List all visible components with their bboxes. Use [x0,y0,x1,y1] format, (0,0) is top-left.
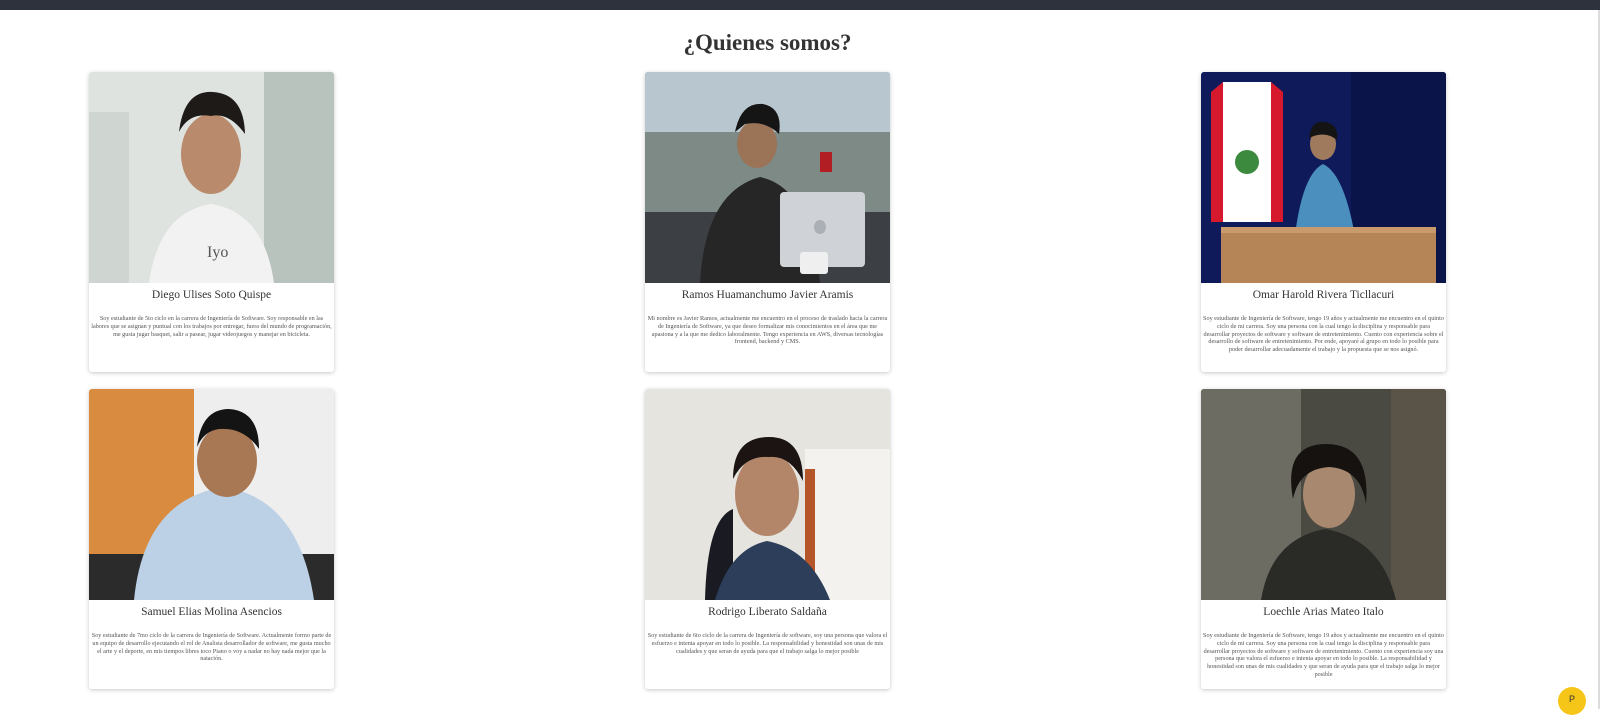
member-photo [1201,72,1446,283]
member-bio: Soy estudiante de Ingeniería de Software… [1203,315,1444,354]
member-card: Iyo Diego Ulises Soto Quispe Soy estudia… [89,72,334,372]
member-photo [645,72,890,283]
svg-text:Iyo: Iyo [207,244,228,261]
member-card: Loechle Arias Mateo Italo Soy estudiante… [1201,389,1446,689]
user-avatar-button[interactable]: P [1558,687,1586,715]
member-name: Omar Harold Rivera Ticllacuri [1252,289,1395,301]
member-card: Rodrigo Liberato Saldaña Soy estudiante … [645,389,890,689]
member-name: Ramos Huamanchumo Javier Aramis [681,289,854,301]
member-name: Loechle Arias Mateo Italo [1263,606,1384,618]
member-card: Omar Harold Rivera Ticllacuri Soy estudi… [1201,72,1446,372]
top-navbar [0,0,1600,10]
member-photo [1201,389,1446,600]
member-bio: Mi nombre es Javier Ramos, actualmente m… [647,315,888,346]
member-name: Rodrigo Liberato Saldaña [708,606,827,618]
member-name: Samuel Elias Molina Asencios [141,606,282,618]
page-title: ¿Quienes somos? [683,30,852,55]
member-name: Diego Ulises Soto Quispe [151,289,272,301]
member-bio: Soy estudiante de 7mo ciclo de la carrer… [91,632,332,663]
member-bio: Soy estudiante de Ingeniería de Software… [1203,632,1444,678]
member-photo [645,389,890,600]
member-bio: Soy estudiante de 5to ciclo en la carrer… [91,315,332,338]
member-photo: Iyo [89,72,334,283]
member-photo [89,389,334,600]
member-card: Samuel Elias Molina Asencios Soy estudia… [89,389,334,689]
member-bio: Soy estudiante de 6to ciclo de la carrer… [647,632,888,655]
member-card: Ramos Huamanchumo Javier Aramis Mi nombr… [645,72,890,372]
